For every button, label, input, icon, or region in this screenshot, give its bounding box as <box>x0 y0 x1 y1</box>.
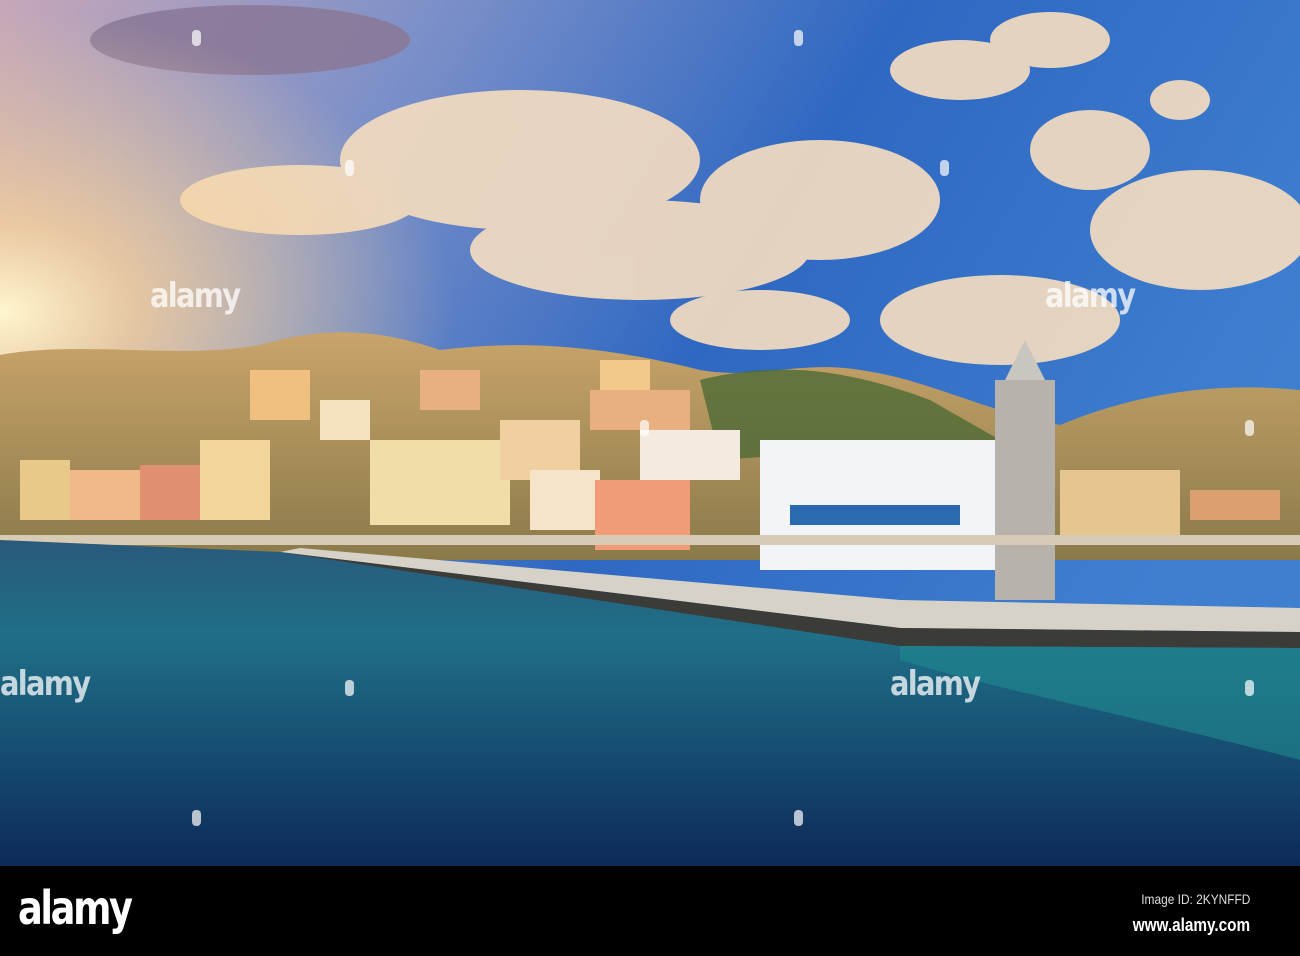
watermark-dot <box>640 420 649 436</box>
watermark-dot <box>192 30 201 46</box>
watermark-dot <box>940 160 949 176</box>
watermark-dot <box>345 160 354 176</box>
stock-photo: alamy alamy alamy alamy <box>0 0 1300 866</box>
watermark-dot <box>345 680 354 696</box>
alamy-logo: alamy <box>18 881 133 935</box>
watermark-dot <box>794 30 803 46</box>
watermark: alamy <box>150 276 241 316</box>
watermark-dot <box>794 810 803 826</box>
harbour-scene <box>0 0 1300 866</box>
white-building <box>760 440 1000 570</box>
watermark: alamy <box>0 664 91 704</box>
watermark-dot <box>1245 680 1254 696</box>
watermark: alamy <box>890 664 981 704</box>
site-url: www.alamy.com <box>1132 915 1250 935</box>
waterfront-street <box>0 535 1300 545</box>
footer-bar: alamy Image ID: 2KYNFFD www.alamy.com <box>0 866 1300 956</box>
watermark: alamy <box>1045 276 1136 316</box>
watermark-dot <box>192 810 201 826</box>
image-id: Image ID: 2KYNFFD <box>1140 891 1250 907</box>
watermark-dot <box>1245 420 1254 436</box>
